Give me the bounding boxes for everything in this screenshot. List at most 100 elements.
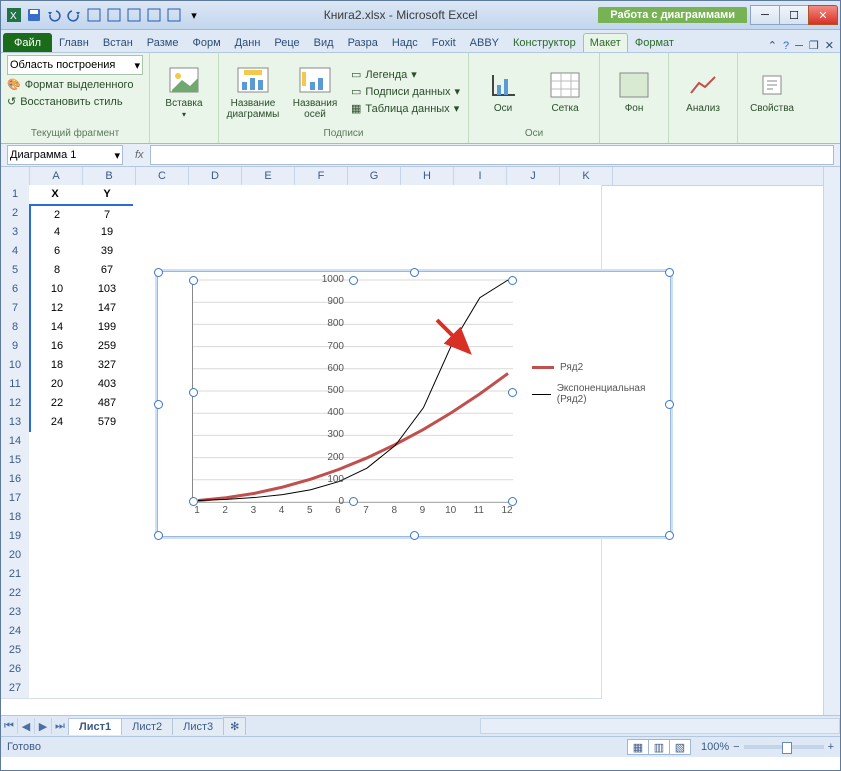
col-A[interactable]: A	[30, 167, 83, 185]
row-header[interactable]: 12	[1, 394, 30, 414]
cell[interactable]	[81, 641, 134, 661]
cell[interactable]	[445, 603, 498, 623]
tab-view[interactable]: Вид	[307, 33, 341, 52]
col-K[interactable]: K	[560, 167, 613, 185]
row-header[interactable]: 4	[1, 242, 30, 262]
cell[interactable]	[341, 546, 394, 566]
cell[interactable]	[341, 584, 394, 604]
cell[interactable]	[29, 451, 82, 471]
cell[interactable]	[445, 641, 498, 661]
prev-sheet-icon[interactable]: ◀	[18, 718, 35, 734]
row-header[interactable]: 13	[1, 413, 30, 433]
cell[interactable]: 403	[81, 375, 135, 395]
chart-object[interactable]: Ряд2 Экспоненциальная (Ряд2) 01002003004…	[157, 271, 671, 537]
cell[interactable]	[445, 565, 498, 585]
cell[interactable]	[185, 660, 238, 680]
cell[interactable]	[393, 242, 446, 262]
cell[interactable]	[237, 546, 290, 566]
first-sheet-icon[interactable]: ⏮	[1, 718, 18, 734]
resize-handle[interactable]	[349, 276, 358, 285]
sheet-tab-3[interactable]: Лист3	[172, 718, 224, 735]
page-break-view-button[interactable]: ▧	[669, 739, 691, 755]
doc-restore-icon[interactable]: ❐	[809, 39, 819, 52]
tab-data[interactable]: Данн	[228, 33, 268, 52]
resize-handle[interactable]	[508, 388, 517, 397]
cell[interactable]	[549, 641, 602, 661]
col-I[interactable]: I	[454, 167, 507, 185]
cell[interactable]	[289, 641, 342, 661]
row-header[interactable]: 7	[1, 299, 30, 319]
cell[interactable]	[133, 622, 186, 642]
cell[interactable]	[549, 603, 602, 623]
cell[interactable]	[549, 223, 602, 243]
analysis-button[interactable]: Анализ	[675, 57, 731, 127]
cell[interactable]	[29, 584, 82, 604]
cell[interactable]: 20	[29, 375, 84, 395]
cell[interactable]	[549, 565, 602, 585]
resize-handle[interactable]	[665, 268, 674, 277]
cell[interactable]: Y	[81, 185, 134, 205]
col-J[interactable]: J	[507, 167, 560, 185]
sheet-tab-2[interactable]: Лист2	[121, 718, 173, 735]
cell[interactable]	[81, 508, 134, 528]
resize-handle[interactable]	[154, 400, 163, 409]
col-D[interactable]: D	[189, 167, 242, 185]
cell[interactable]	[549, 242, 602, 262]
cell[interactable]	[393, 223, 446, 243]
reset-style-button[interactable]: ↺Восстановить стиль	[7, 94, 143, 109]
cell[interactable]	[185, 242, 238, 262]
tab-addins[interactable]: Надс	[385, 33, 425, 52]
row-header[interactable]: 19	[1, 527, 30, 547]
cell[interactable]	[133, 546, 186, 566]
cell[interactable]	[133, 185, 186, 205]
cell[interactable]	[185, 679, 238, 699]
row-header[interactable]: 22	[1, 584, 30, 604]
cell[interactable]	[185, 622, 238, 642]
row-header[interactable]: 2	[1, 204, 30, 224]
cell[interactable]	[393, 641, 446, 661]
row-header[interactable]: 27	[1, 679, 30, 699]
cell[interactable]	[393, 679, 446, 699]
cell[interactable]	[29, 470, 82, 490]
legend-button[interactable]: ▭Легенда ▾	[349, 67, 462, 82]
cell[interactable]	[289, 603, 342, 623]
resize-handle[interactable]	[189, 276, 198, 285]
resize-handle[interactable]	[154, 268, 163, 277]
cell[interactable]: 14	[29, 318, 84, 338]
cell[interactable]	[289, 679, 342, 699]
cell[interactable]	[341, 679, 394, 699]
cell[interactable]	[497, 660, 550, 680]
resize-handle[interactable]	[154, 531, 163, 540]
cell[interactable]	[29, 603, 82, 623]
cell[interactable]	[81, 603, 134, 623]
sheet-tab-1[interactable]: Лист1	[68, 718, 122, 735]
cell[interactable]: 24	[29, 413, 84, 434]
qat-icon-3[interactable]	[125, 6, 143, 24]
cell[interactable]	[393, 185, 446, 205]
cell[interactable]	[341, 242, 394, 262]
tab-chart-format[interactable]: Формат	[628, 33, 681, 52]
cell[interactable]	[341, 204, 394, 224]
resize-handle[interactable]	[410, 268, 419, 277]
qat-icon-4[interactable]	[145, 6, 163, 24]
row-header[interactable]: 14	[1, 432, 30, 452]
cell[interactable]	[289, 584, 342, 604]
cell[interactable]	[289, 565, 342, 585]
cell[interactable]	[29, 432, 82, 452]
cell[interactable]	[81, 527, 134, 547]
cell[interactable]	[445, 185, 498, 205]
tab-home[interactable]: Главн	[52, 33, 96, 52]
cell[interactable]	[185, 185, 238, 205]
cell[interactable]: 22	[29, 394, 84, 414]
row-header[interactable]: 10	[1, 356, 30, 376]
cell[interactable]	[445, 223, 498, 243]
next-sheet-icon[interactable]: ▶	[35, 718, 52, 734]
cell[interactable]	[289, 185, 342, 205]
cell[interactable]	[393, 622, 446, 642]
cell[interactable]	[445, 242, 498, 262]
cell[interactable]: 579	[81, 413, 135, 434]
cell[interactable]	[393, 204, 446, 224]
formula-input[interactable]	[150, 145, 834, 165]
col-C[interactable]: C	[136, 167, 189, 185]
cell[interactable]	[237, 622, 290, 642]
